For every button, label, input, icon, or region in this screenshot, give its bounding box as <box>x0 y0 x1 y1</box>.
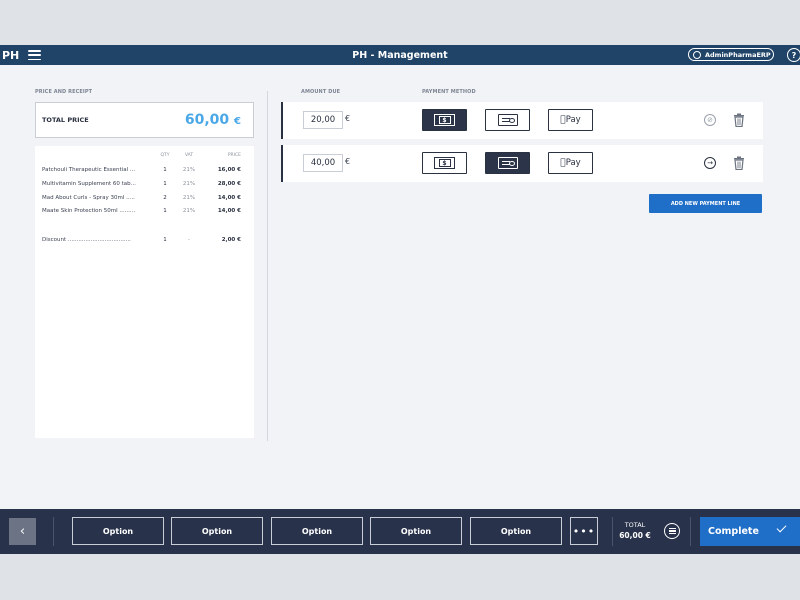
total-price-amount: 60,00 € <box>184 112 241 128</box>
more-options-button[interactable]: ••• <box>570 517 598 545</box>
payment-line: 40,00 € $ Pay → <box>281 145 763 182</box>
help-icon[interactable]: ? <box>787 48 800 62</box>
arrow-right-circle-icon[interactable]: → <box>704 157 716 169</box>
total-price-box: TOTAL PRICE 60,00 € <box>35 102 254 138</box>
trash-icon[interactable] <box>733 156 745 170</box>
footer-total-value: 60,00 € <box>619 531 651 540</box>
amount-due-label: AMOUNT DUE <box>301 89 341 95</box>
option-button-2[interactable]: Option <box>171 517 263 545</box>
price-header: PRICE <box>227 153 241 158</box>
user-icon <box>693 50 701 59</box>
option-button-1[interactable]: Option <box>72 517 164 545</box>
cash-icon: $ <box>434 114 455 126</box>
receipt-panel: QTY VAT PRICE Patchouli Therapeutic Esse… <box>35 146 254 438</box>
separator <box>690 517 691 546</box>
back-button[interactable]: ‹ <box>9 518 36 545</box>
complete-button[interactable]: Complete <box>700 517 800 546</box>
card-icon <box>497 114 518 126</box>
vat-header: VAT <box>184 153 194 158</box>
brand-logo: PH <box>2 48 20 62</box>
cash-icon: $ <box>434 157 455 169</box>
menu-icon[interactable] <box>28 50 41 60</box>
separator <box>53 517 54 546</box>
complete-label: Complete <box>708 526 759 537</box>
payment-line: 20,00 € $ Pay ⊘ <box>281 102 763 139</box>
disabled-circle-icon: ⊘ <box>704 114 716 126</box>
footer-total: TOTAL 60,00 € <box>612 521 658 540</box>
option-button-5[interactable]: Option <box>470 517 562 545</box>
column-divider <box>267 91 268 441</box>
payment-method-label: PAYMENT METHOD <box>422 89 476 95</box>
applepay-icon: Pay <box>560 158 580 168</box>
price-receipt-label: PRICE AND RECEIPT <box>35 89 93 95</box>
currency-symbol: € <box>345 157 351 166</box>
applepay-method-button[interactable]: Pay <box>548 152 593 174</box>
card-icon <box>497 157 518 169</box>
amount-due-input[interactable]: 20,00 <box>303 111 343 129</box>
cash-method-button[interactable]: $ <box>422 109 467 131</box>
option-button-3[interactable]: Option <box>271 517 363 545</box>
chevron-left-icon: ‹ <box>19 524 26 539</box>
check-icon <box>776 522 787 533</box>
bottom-bar: ‹ Option Option Option Option Option •••… <box>0 509 800 554</box>
card-method-button[interactable] <box>485 109 530 131</box>
cash-method-button[interactable]: $ <box>422 152 467 174</box>
applepay-method-button[interactable]: Pay <box>548 109 593 131</box>
top-bar: PH PH - Management AdminPharmaERP ? <box>0 45 800 65</box>
main-area: PRICE AND RECEIPT TOTAL PRICE 60,00 € QT… <box>0 65 800 509</box>
currency-symbol: € <box>345 114 351 123</box>
amount-due-input[interactable]: 40,00 <box>303 154 343 172</box>
applepay-icon: Pay <box>560 115 580 125</box>
card-method-button[interactable] <box>485 152 530 174</box>
qty-header: QTY <box>160 153 170 158</box>
list-icon[interactable] <box>664 523 680 539</box>
option-button-4[interactable]: Option <box>370 517 462 545</box>
trash-icon[interactable] <box>733 113 745 127</box>
footer-total-label: TOTAL <box>624 521 646 529</box>
user-menu-button[interactable]: AdminPharmaERP <box>688 48 774 61</box>
total-price-label: TOTAL PRICE <box>42 116 89 124</box>
page-title: PH - Management <box>352 49 448 61</box>
add-payment-line-button[interactable]: ADD NEW PAYMENT LINE <box>649 194 762 213</box>
user-name: AdminPharmaERP <box>705 50 771 59</box>
